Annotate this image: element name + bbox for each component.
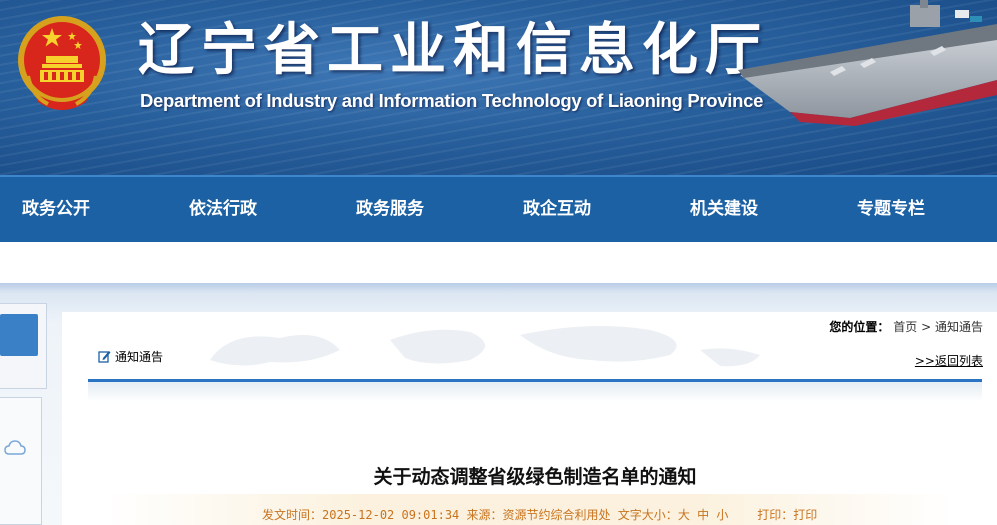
print-label: 打印： bbox=[757, 508, 794, 522]
font-size-medium-link[interactable]: 中 bbox=[697, 508, 709, 522]
nav-item-enterprise-interaction[interactable]: 政企互动 bbox=[523, 177, 591, 242]
cloud-icon bbox=[4, 440, 26, 455]
breadcrumb-current[interactable]: 通知通告 bbox=[935, 320, 983, 334]
font-size-label: 文字大小： bbox=[617, 508, 678, 522]
print-link[interactable]: 打印 bbox=[793, 508, 817, 522]
breadcrumb-label: 您的位置： bbox=[829, 320, 890, 334]
publish-time-label: 发文时间： bbox=[262, 508, 323, 522]
article-meta: 发文时间：2025-12-02 09:01:34 来源：资源节约综合利用处 文字… bbox=[262, 506, 817, 523]
site-header: 辽宁省工业和信息化厅 Department of Industry and In… bbox=[0, 0, 997, 175]
nav-item-government-services[interactable]: 政务服务 bbox=[356, 177, 424, 242]
breadcrumb-separator: > bbox=[921, 320, 932, 334]
source-label: 来源： bbox=[466, 508, 503, 522]
sidebar-banner-image bbox=[0, 314, 38, 356]
site-title: 辽宁省工业和信息化厅 bbox=[138, 18, 768, 83]
main-nav: 政务公开 依法行政 政务服务 政企互动 机关建设 专题专栏 bbox=[0, 175, 997, 242]
site-subtitle: Department of Industry and Information T… bbox=[140, 90, 764, 111]
back-to-list-link[interactable]: >>返回列表 bbox=[915, 352, 983, 369]
national-emblem-icon bbox=[18, 16, 106, 110]
sidebar-banner[interactable] bbox=[0, 303, 47, 389]
section-heading: 通知通告 bbox=[98, 348, 163, 365]
nav-item-law-administration[interactable]: 依法行政 bbox=[189, 177, 257, 242]
nav-item-government-affairs[interactable]: 政务公开 bbox=[22, 177, 90, 242]
sidebar-panel bbox=[0, 397, 42, 525]
source: 资源节约综合利用处 bbox=[502, 508, 611, 522]
font-size-large-link[interactable]: 大 bbox=[678, 508, 690, 522]
aircraft-carrier-image bbox=[738, 0, 997, 126]
breadcrumb: 您的位置： 首页 > 通知通告 bbox=[829, 318, 983, 335]
nav-item-special-topics[interactable]: 专题专栏 bbox=[857, 177, 925, 242]
nav-item-organ-building[interactable]: 机关建设 bbox=[690, 177, 758, 242]
breadcrumb-home-link[interactable]: 首页 bbox=[893, 320, 917, 334]
article-title: 关于动态调整省级绿色制造名单的通知 bbox=[373, 466, 697, 488]
section-divider-shadow bbox=[88, 382, 982, 402]
section-title: 通知通告 bbox=[115, 350, 164, 364]
font-size-small-link[interactable]: 小 bbox=[716, 508, 728, 522]
edit-icon bbox=[98, 351, 111, 363]
world-map-watermark bbox=[210, 326, 760, 367]
publish-time: 2025-12-02 09:01:34 bbox=[322, 508, 460, 522]
